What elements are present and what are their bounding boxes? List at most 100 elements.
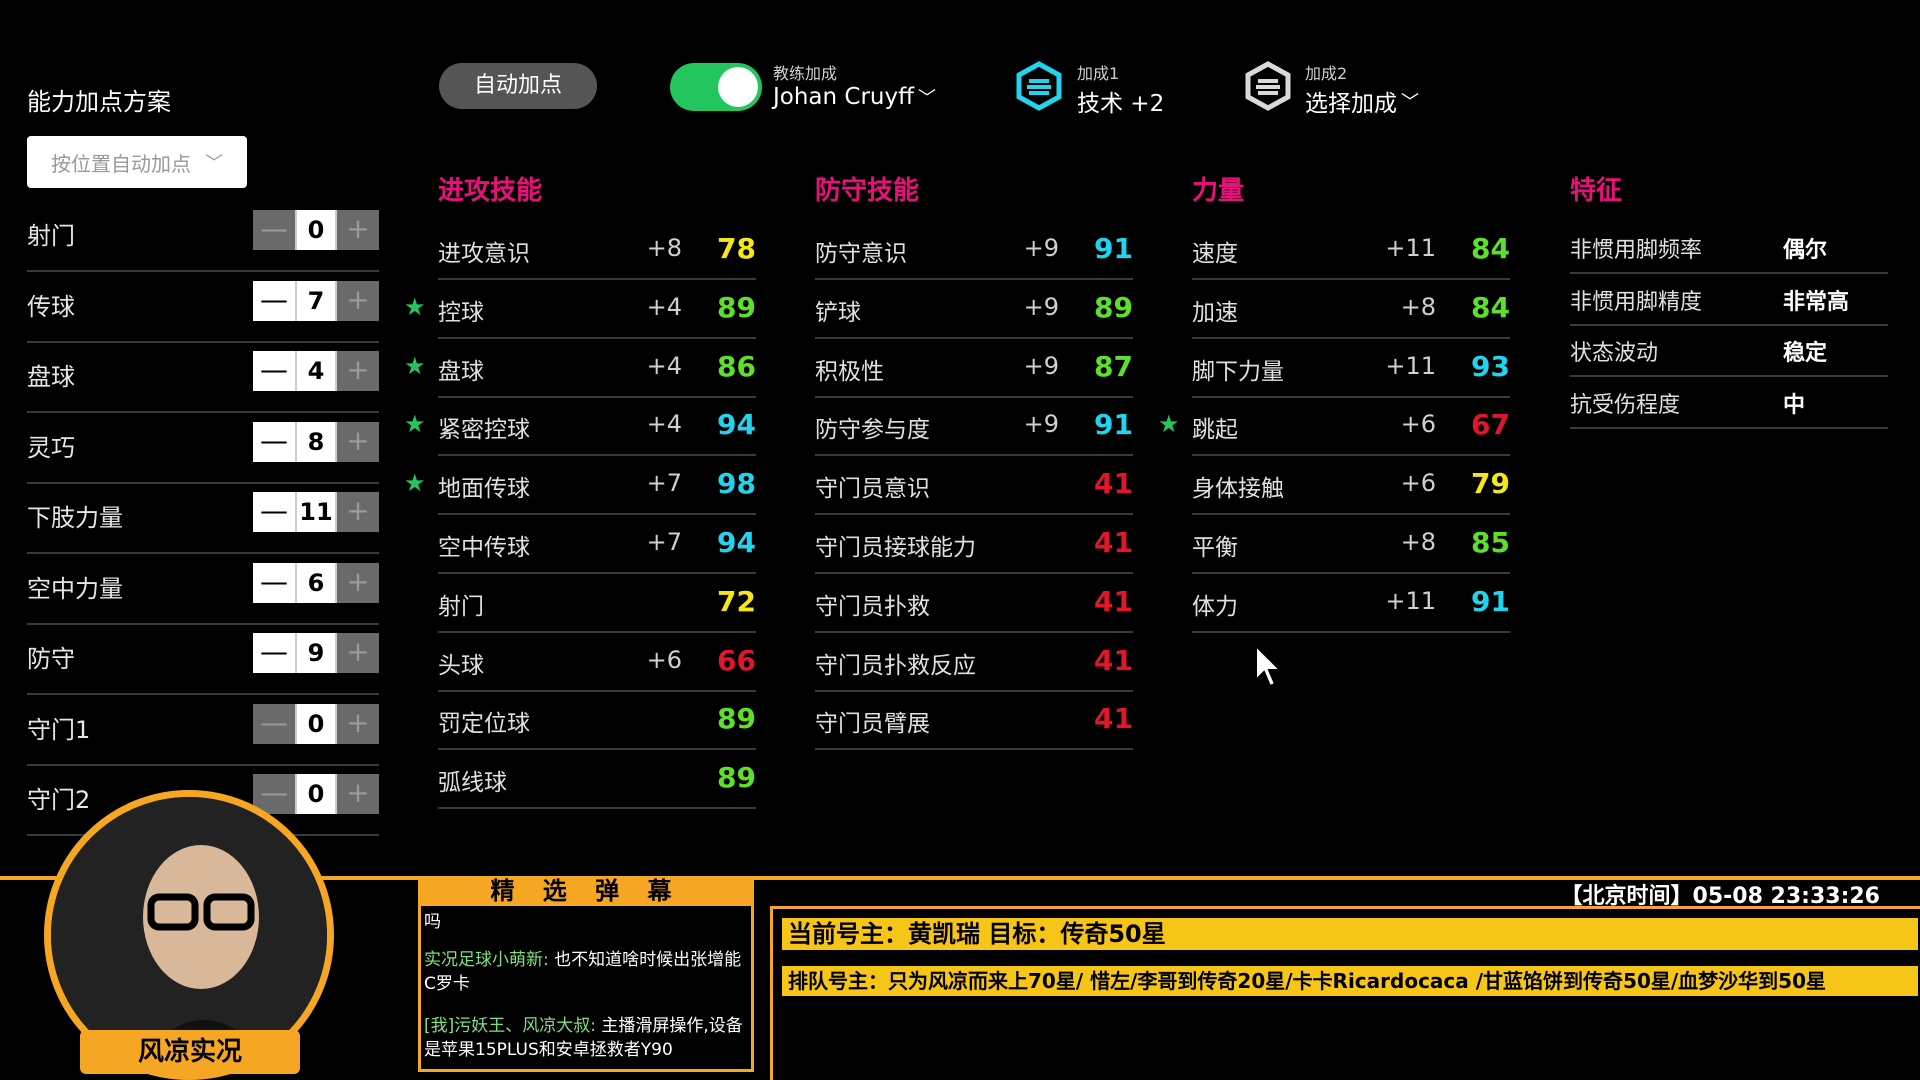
- trait-value: 偶尔: [1783, 238, 1828, 263]
- attack-skill-row: 空中传球 +7 94: [438, 516, 756, 574]
- star-icon: ★: [404, 292, 426, 321]
- trait-value: 中: [1783, 392, 1806, 418]
- skill-bonus: +11: [1385, 234, 1436, 262]
- defense-skill-row: 守门员接球能力 41: [815, 516, 1133, 574]
- attribute-value: 0: [295, 774, 337, 814]
- skill-value: 79: [1471, 467, 1510, 501]
- attribute-label: 盘球: [27, 363, 75, 391]
- attribute-stepper: — 8 +: [253, 421, 379, 462]
- skill-value: 78: [717, 232, 756, 265]
- attribute-stepper: — 11 +: [253, 492, 379, 532]
- select-label: 按位置自动加点: [51, 151, 191, 176]
- attribute-stepper: — 6 +: [253, 562, 379, 603]
- skill-name: 体力: [1192, 593, 1238, 620]
- boost1-slot[interactable]: 加成1 技术 +2: [1077, 60, 1164, 118]
- skill-name: 守门员接球能力: [815, 535, 976, 561]
- power-title: 力量: [1192, 176, 1245, 206]
- power-skill-row: 平衡 +8 85: [1192, 516, 1510, 574]
- attribute-value: 9: [295, 633, 337, 673]
- trait-row: 非惯用脚精度 非常高: [1570, 274, 1888, 326]
- attribute-label: 空中力量: [27, 574, 123, 603]
- skill-bonus: +11: [1385, 586, 1436, 615]
- skill-value: 41: [1094, 643, 1133, 677]
- boost2-value: 选择加成: [1305, 91, 1397, 117]
- decrement-button[interactable]: —: [253, 210, 295, 250]
- increment-button[interactable]: +: [337, 210, 379, 250]
- boost2-label: 加成2: [1305, 64, 1348, 83]
- chevron-down-icon: ﹀: [917, 88, 936, 109]
- decrement-button[interactable]: —: [253, 492, 295, 532]
- attribute-row: 下肢力量 — 11 +: [27, 484, 379, 554]
- skill-bonus: +7: [646, 469, 682, 498]
- star-icon: ★: [404, 351, 426, 380]
- skill-name: 控球: [438, 299, 484, 326]
- skill-name: 弧线球: [438, 770, 507, 797]
- decrement-button[interactable]: —: [253, 703, 295, 744]
- skill-value: 84: [1471, 290, 1510, 324]
- decrement-button[interactable]: —: [253, 421, 295, 462]
- danmu-message: [我]污妖王、风凉大叔: 主播滑屏操作,设备是苹果15PLUS和安卓拯救者Y90: [424, 1016, 743, 1060]
- increment-button[interactable]: +: [337, 421, 379, 462]
- attribute-label: 灵巧: [27, 433, 75, 462]
- boost1-hexagon-icon: [1016, 61, 1062, 111]
- decrement-button[interactable]: —: [253, 562, 295, 603]
- skill-value: 86: [717, 349, 756, 383]
- defense-skill-row: 守门员意识 41: [815, 457, 1133, 516]
- auto-plan-select[interactable]: 按位置自动加点 ﹀: [27, 136, 247, 188]
- increment-button[interactable]: +: [337, 774, 379, 814]
- attack-skills-title: 进攻技能: [438, 176, 543, 206]
- decrement-button[interactable]: —: [253, 351, 295, 391]
- skill-value: 89: [1094, 290, 1133, 324]
- power-skill-row: 脚下力量 +11 93: [1192, 340, 1510, 398]
- skill-value: 87: [1094, 349, 1133, 383]
- increment-button[interactable]: +: [337, 633, 379, 673]
- trait-row: 状态波动 稳定: [1570, 325, 1888, 377]
- attribute-stepper: — 0 +: [253, 703, 379, 744]
- defense-skill-row: 防守参与度 +9 91: [815, 398, 1133, 457]
- increment-button[interactable]: +: [337, 492, 379, 532]
- chevron-down-icon: ﹀: [205, 153, 223, 174]
- skill-value: 98: [717, 467, 756, 501]
- attribute-label: 守门1: [27, 715, 91, 744]
- decrement-button[interactable]: —: [253, 633, 295, 673]
- skill-value: 91: [1471, 584, 1510, 618]
- boost2-selector[interactable]: 加成2 选择加成 ﹀: [1305, 60, 1419, 118]
- skill-bonus: +6: [646, 645, 682, 674]
- star-icon: ★: [404, 410, 426, 439]
- skill-name: 射门: [438, 593, 484, 620]
- skill-bonus: +6: [1400, 410, 1436, 439]
- skill-bonus: +9: [1023, 351, 1059, 380]
- skill-name: 加速: [1192, 299, 1238, 326]
- increment-button[interactable]: +: [337, 280, 379, 321]
- attribute-value: 8: [295, 421, 337, 462]
- attack-skill-row: ★ 地面传球 +7 98: [404, 457, 756, 516]
- increment-button[interactable]: +: [337, 562, 379, 603]
- coach-label: 教练加成: [773, 64, 838, 83]
- auto-allocate-button[interactable]: 自动加点: [439, 63, 597, 109]
- attribute-label: 守门2: [27, 786, 91, 814]
- attack-skill-row: ★ 紧密控球 +4 94: [404, 398, 756, 457]
- attribute-row: 射门 — 0 +: [27, 202, 379, 272]
- skill-value: 94: [717, 408, 756, 442]
- decrement-button[interactable]: —: [253, 280, 295, 321]
- increment-button[interactable]: +: [337, 351, 379, 391]
- attack-skill-row: ★ 盘球 +4 86: [404, 340, 756, 398]
- danmu-message: 实况足球小萌新: 也不知道啥时候出张增能C罗卡: [424, 950, 742, 994]
- attack-skill-row: 罚定位球 89: [438, 692, 756, 751]
- coach-boost-toggle[interactable]: [670, 63, 762, 111]
- skill-name: 头球: [438, 652, 484, 679]
- increment-button[interactable]: +: [337, 703, 379, 744]
- skill-bonus: +8: [646, 234, 682, 262]
- coach-selector[interactable]: 教练加成 Johan Cruyff ﹀: [773, 60, 936, 110]
- trait-row: 非惯用脚频率 偶尔: [1570, 222, 1888, 274]
- attribute-stepper: — 9 +: [253, 633, 379, 673]
- skill-value: 89: [717, 761, 756, 795]
- attribute-value: 4: [295, 351, 337, 391]
- defense-skill-row: 守门员扑救 41: [815, 575, 1133, 633]
- skill-bonus: +8: [1400, 528, 1436, 556]
- attack-skill-row: ★ 控球 +4 89: [404, 281, 756, 339]
- skill-name: 守门员臂展: [815, 711, 930, 738]
- skill-name: 空中传球: [438, 535, 530, 561]
- current-owner-bar: 当前号主：黄凯瑞 目标：传奇50星: [782, 918, 1918, 950]
- skill-value: 85: [1471, 526, 1510, 559]
